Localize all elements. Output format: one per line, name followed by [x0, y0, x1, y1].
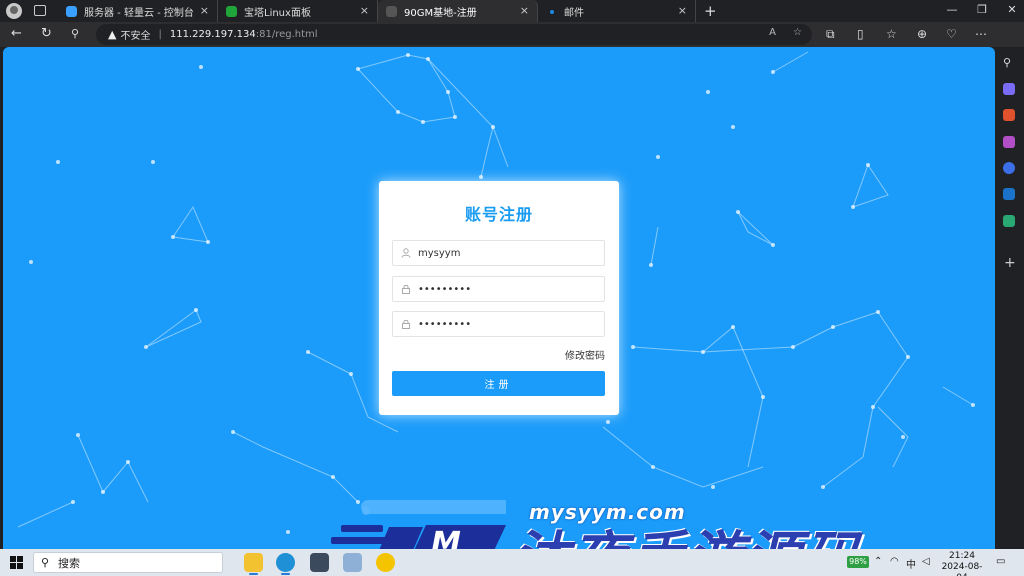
terminal-app-icon[interactable] [310, 553, 329, 572]
svg-text:M: M [431, 526, 461, 549]
sidebar-search-icon[interactable]: ⚲ [1003, 56, 1015, 69]
username-field[interactable]: mysyym [392, 240, 605, 266]
url-path: :81/reg.html [255, 29, 318, 40]
edge-browser-icon[interactable] [276, 553, 295, 575]
tab-label: 服务器 - 轻量云 - 控制台 [84, 7, 194, 19]
page-title: 账号注册 [464, 205, 533, 224]
tray-app-icon[interactable] [376, 553, 395, 572]
sidebar-tools-icon[interactable] [1003, 109, 1015, 121]
tab-register-page[interactable]: 90GM基地-注册 × [378, 0, 538, 22]
tab-label: 90GM基地-注册 [404, 7, 477, 19]
extensions-icon[interactable]: ⧉ [826, 27, 835, 42]
lock-icon [402, 319, 410, 329]
battery-indicator[interactable]: 98% [847, 556, 869, 568]
profile-avatar-icon[interactable] [6, 3, 22, 19]
read-aloud-icon[interactable]: A [769, 27, 776, 38]
taskbar-search-input[interactable]: ⚲ 搜索 [33, 552, 223, 573]
confirm-password-value: ••••••••• [418, 318, 472, 330]
sidebar-add-icon[interactable]: + [1004, 255, 1016, 271]
tab-mail[interactable]: 邮件 × [538, 0, 696, 22]
register-card: 账号注册 mysyym ••••••••• ••••••••• 修改密码 注册 [379, 181, 619, 415]
cloud-favicon-icon [66, 6, 77, 17]
windows-start-icon[interactable] [10, 556, 23, 569]
user-icon [401, 248, 411, 258]
tab-close-icon[interactable]: × [520, 4, 529, 17]
watermark-logo-icon: M [331, 500, 506, 549]
browser-toolbar: ← ↻ ⚲ ▲ 不安全 | 111.229.197.134 :81/reg.ht… [0, 22, 1024, 47]
tab-close-icon[interactable]: × [678, 4, 687, 17]
lock-icon [402, 284, 410, 294]
register-button[interactable]: 注册 [392, 371, 605, 396]
tab-close-icon[interactable]: × [200, 4, 209, 17]
watermark-brand: 沐夜手游源码 [513, 527, 861, 550]
wifi-icon[interactable]: ◠ [890, 556, 899, 567]
restore-button[interactable]: ❐ [976, 3, 988, 16]
password-value: ••••••••• [418, 283, 472, 295]
clock-time: 21:24 [949, 551, 975, 561]
page-viewport: 账号注册 mysyym ••••••••• ••••••••• 修改密码 注册 [3, 47, 995, 549]
sidebar-shopping-icon[interactable] [1003, 83, 1015, 95]
tab-label: 邮件 [564, 7, 584, 19]
tab-baota-panel[interactable]: 宝塔Linux面板 × [218, 0, 378, 22]
change-password-link[interactable]: 修改密码 [565, 347, 605, 362]
new-tab-button[interactable]: + [704, 2, 717, 20]
notepad-app-icon[interactable] [343, 553, 362, 572]
close-window-button[interactable]: ✕ [1006, 3, 1018, 16]
minimize-button[interactable]: — [946, 3, 958, 16]
mail-favicon-icon [550, 10, 554, 14]
tab-label: 宝塔Linux面板 [244, 7, 311, 19]
edge-sidebar: ⚲ + [995, 47, 1024, 549]
warning-icon: ▲ [108, 28, 117, 41]
password-field[interactable]: ••••••••• [392, 276, 605, 302]
notification-icon[interactable]: ▭ [996, 556, 1005, 567]
collections-icon[interactable]: ⊕ [917, 27, 927, 41]
favorite-star-icon[interactable]: ☆ [793, 27, 802, 38]
security-label: 不安全 [120, 31, 151, 42]
tab-cloud-console[interactable]: 服务器 - 轻量云 - 控制台 × [58, 0, 218, 22]
system-clock[interactable]: 21:24 2024-08-04 [938, 551, 986, 576]
baota-favicon-icon [226, 6, 237, 17]
browser-essentials-icon[interactable]: ♡ [946, 27, 957, 41]
show-hidden-icons[interactable]: ⌃ [874, 556, 882, 567]
back-arrow-icon[interactable]: ← [11, 26, 22, 41]
tab-close-icon[interactable]: × [360, 4, 369, 17]
more-menu-icon[interactable]: ⋯ [975, 27, 987, 41]
volume-icon[interactable]: ◁ [922, 556, 930, 567]
address-bar[interactable]: ▲ 不安全 | 111.229.197.134 :81/reg.html A ☆ [96, 24, 812, 45]
split-screen-icon[interactable]: ▯ [857, 27, 864, 41]
search-icon: ⚲ [41, 556, 50, 569]
username-value: mysyym [418, 247, 461, 259]
watermark-domain: mysyym.com [529, 500, 686, 524]
confirm-password-field[interactable]: ••••••••• [392, 311, 605, 337]
browser-tab-strip: 服务器 - 轻量云 - 控制台 × 宝塔Linux面板 × 90GM基地-注册 … [0, 0, 1024, 22]
url-host: 111.229.197.134 [169, 29, 256, 40]
favorites-icon[interactable]: ☆ [886, 27, 897, 41]
windows-taskbar: ⚲ 搜索 98% ⌃ ◠ 中 ◁ 21:24 2024-08-04 ▭ [0, 549, 1024, 576]
sidebar-copilot-icon[interactable] [1003, 162, 1015, 174]
address-separator: | [158, 29, 162, 40]
tab-actions-icon[interactable] [34, 5, 46, 16]
sidebar-drop-icon[interactable] [1003, 215, 1015, 227]
sidebar-outlook-icon[interactable] [1003, 188, 1015, 200]
refresh-icon[interactable]: ↻ [41, 26, 52, 41]
search-icon[interactable]: ⚲ [71, 27, 79, 40]
search-placeholder: 搜索 [58, 556, 80, 570]
file-explorer-icon[interactable] [244, 553, 263, 575]
clock-date: 2024-08-04 [941, 562, 983, 576]
ime-icon[interactable]: 中 [906, 556, 916, 571]
window-controls: — ❐ ✕ [946, 3, 1018, 16]
sidebar-games-icon[interactable] [1003, 136, 1015, 148]
page-favicon-icon [386, 6, 397, 17]
